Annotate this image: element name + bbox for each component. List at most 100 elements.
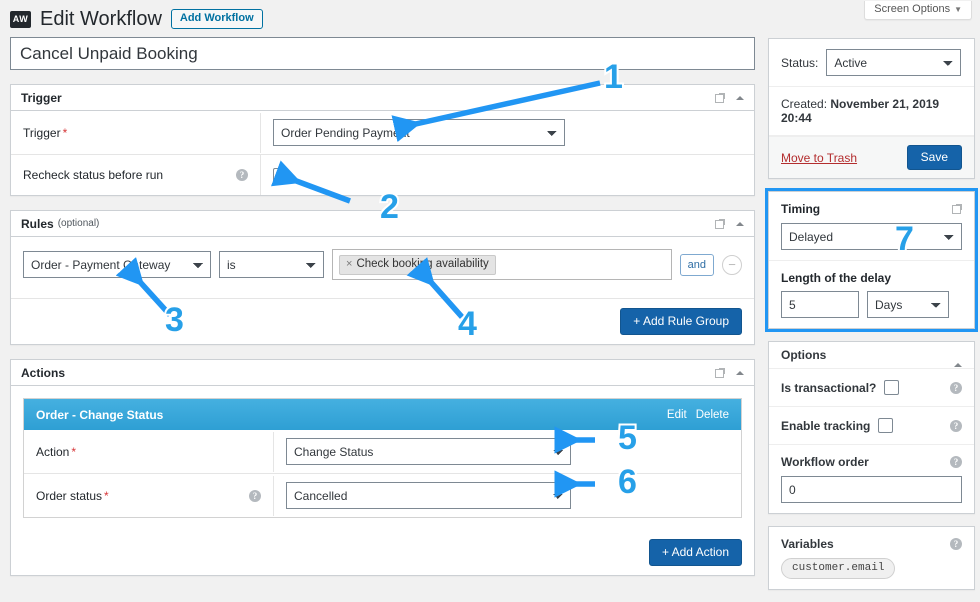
variables-row: Variables ? customer.email: [769, 527, 974, 589]
help-icon[interactable]: ?: [950, 382, 962, 394]
recheck-status-row: Recheck status before run ?: [11, 155, 754, 195]
publish-footer: Move to Trash Save: [769, 136, 974, 178]
external-link-icon[interactable]: [952, 204, 962, 214]
actions-panel-header: Actions: [11, 360, 754, 386]
status-row: Status: Active: [769, 39, 974, 87]
triangle-up-icon[interactable]: [954, 348, 962, 367]
delay-amount-input[interactable]: [781, 291, 859, 318]
rule-field-select[interactable]: Order - Payment Gateway: [23, 251, 211, 278]
actions-panel: Actions Order - Change Status Edit Delet…: [10, 359, 755, 576]
rule-value-token[interactable]: × Check booking availability: [339, 255, 496, 275]
workflow-order-row: Workflow order ?: [769, 445, 974, 513]
created-row: Created: November 21, 2019 20:44: [769, 87, 974, 136]
save-button[interactable]: Save: [907, 145, 962, 170]
trigger-panel-header: Trigger: [11, 85, 754, 111]
enable-tracking-checkbox[interactable]: [878, 418, 893, 433]
rule-row: Order - Payment Gateway is × Check booki…: [23, 249, 742, 280]
order-status-label: Order status* ?: [24, 476, 274, 516]
delay-label: Length of the delay: [781, 271, 962, 285]
external-link-icon[interactable]: [715, 219, 725, 229]
workflow-title-input[interactable]: [10, 37, 755, 70]
trigger-panel-title: Trigger: [21, 85, 62, 111]
page-heading: AW Edit Workflow Add Workflow: [10, 8, 263, 30]
required-marker: *: [104, 489, 109, 503]
rules-footer: + Add Rule Group: [11, 299, 754, 344]
triangle-up-icon[interactable]: [736, 96, 744, 100]
delay-unit-select[interactable]: Days: [867, 291, 949, 318]
recheck-status-checkbox[interactable]: [273, 168, 288, 183]
enable-tracking-label: Enable tracking: [781, 419, 870, 433]
variables-box: Variables ? customer.email: [768, 526, 975, 590]
page-root: Screen Options ▼ AW Edit Workflow Add Wor…: [0, 0, 980, 562]
order-status-label-text: Order status: [36, 489, 102, 503]
enable-tracking-row: Enable tracking ?: [769, 407, 974, 445]
recheck-status-label: Recheck status before run ?: [11, 155, 261, 195]
add-rule-group-button[interactable]: + Add Rule Group: [620, 308, 742, 335]
timing-mode-row: Timing Delayed: [769, 192, 974, 261]
action-delete-link[interactable]: Delete: [696, 409, 729, 421]
action-card-title: Order - Change Status: [36, 408, 163, 422]
trigger-field-row: Trigger* Order Pending Payment: [11, 111, 754, 155]
screen-options-bar: Screen Options ▼: [864, 0, 972, 16]
action-select[interactable]: Change Status: [286, 438, 571, 465]
external-link-icon[interactable]: [715, 368, 725, 378]
help-icon[interactable]: ?: [249, 490, 261, 502]
rules-optional-label: (optional): [58, 218, 100, 229]
rule-and-button[interactable]: and: [680, 254, 714, 276]
trigger-field-label: Trigger*: [11, 113, 261, 153]
status-label: Status:: [781, 56, 818, 70]
trigger-label-text: Trigger: [23, 126, 61, 140]
rules-panel-title: Rules: [21, 211, 54, 237]
timing-box: Timing Delayed Length of the delay Days: [768, 191, 975, 329]
trigger-panel: Trigger Trigger* Order Pending Payment: [10, 84, 755, 196]
delay-row: Length of the delay Days: [769, 261, 974, 328]
timing-mode-select[interactable]: Delayed: [781, 223, 962, 250]
timing-heading: Timing: [781, 202, 962, 216]
help-icon[interactable]: ?: [950, 456, 962, 468]
workflow-order-label: Workflow order: [781, 455, 869, 469]
publish-box: Status: Active Created: November 21, 201…: [768, 38, 975, 179]
rules-panel-header: Rules (optional): [11, 211, 754, 237]
recheck-status-label-text: Recheck status before run: [23, 168, 163, 182]
is-transactional-label: Is transactional?: [781, 381, 876, 395]
actions-body: Order - Change Status Edit Delete Action…: [11, 386, 754, 530]
aw-logo-icon: AW: [10, 11, 31, 28]
created-label: Created:: [781, 97, 827, 111]
status-select[interactable]: Active: [826, 49, 961, 76]
token-label: Check booking availability: [356, 258, 488, 271]
required-marker: *: [71, 445, 76, 459]
variables-heading: Variables: [781, 537, 834, 551]
rule-remove-icon[interactable]: −: [722, 255, 742, 275]
screen-options-button[interactable]: Screen Options ▼: [864, 1, 972, 20]
action-field-label: Action*: [24, 432, 274, 472]
caret-down-icon: ▼: [954, 5, 962, 14]
rule-value-box[interactable]: × Check booking availability: [332, 249, 672, 280]
is-transactional-row: Is transactional? ?: [769, 369, 974, 407]
timing-heading-text: Timing: [781, 202, 820, 216]
help-icon[interactable]: ?: [950, 538, 962, 550]
is-transactional-checkbox[interactable]: [884, 380, 899, 395]
required-marker: *: [63, 126, 68, 140]
help-icon[interactable]: ?: [950, 420, 962, 432]
triangle-up-icon[interactable]: [736, 222, 744, 226]
options-heading: Options: [781, 342, 826, 369]
page-title: Edit Workflow: [40, 8, 162, 30]
external-link-icon[interactable]: [715, 93, 725, 103]
help-icon[interactable]: ?: [236, 169, 248, 181]
action-card-header: Order - Change Status Edit Delete: [24, 399, 741, 430]
order-status-row: Order status* ? Cancelled: [24, 474, 741, 517]
workflow-order-input[interactable]: [781, 476, 962, 503]
order-status-select[interactable]: Cancelled: [286, 482, 571, 509]
move-to-trash-link[interactable]: Move to Trash: [781, 151, 857, 165]
actions-panel-title: Actions: [21, 360, 65, 386]
trigger-select[interactable]: Order Pending Payment: [273, 119, 565, 146]
triangle-up-icon[interactable]: [736, 371, 744, 375]
rule-compare-select[interactable]: is: [219, 251, 324, 278]
rules-body: Order - Payment Gateway is × Check booki…: [11, 237, 754, 299]
token-remove-icon[interactable]: ×: [346, 258, 352, 271]
options-box: Options Is transactional? ? Enable track…: [768, 341, 975, 514]
add-workflow-button[interactable]: Add Workflow: [171, 9, 263, 29]
action-edit-link[interactable]: Edit: [667, 409, 687, 421]
variable-chip[interactable]: customer.email: [781, 558, 895, 579]
screen-options-label: Screen Options: [874, 3, 950, 15]
